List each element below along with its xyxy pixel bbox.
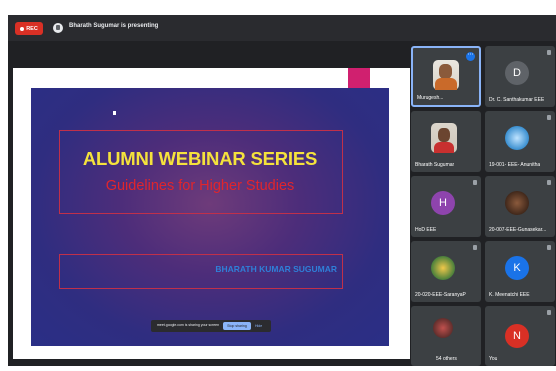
slide-subtitle: Guidelines for Higher Studies xyxy=(105,178,295,194)
mic-off-icon xyxy=(547,245,551,250)
avatar: N xyxy=(505,324,529,348)
avatar-stack xyxy=(433,318,453,338)
avatar: K xyxy=(505,256,529,280)
others-count: 54 others xyxy=(436,356,457,362)
hide-button[interactable]: Hide xyxy=(255,322,262,330)
participant-tile-gunasekar[interactable]: 20-007-EEE-Gunasekar... xyxy=(485,176,555,237)
screen-share-bar: meet.google.com is sharing your screen S… xyxy=(151,320,271,332)
speaker-name: BHARATH KUMAR SUGUMAR xyxy=(215,264,337,274)
mouse-cursor-icon xyxy=(113,111,116,115)
participant-tile-you[interactable]: N You xyxy=(485,306,555,366)
participant-name: 19-001- EEE- Anunitha xyxy=(489,162,541,168)
shirt-shape xyxy=(435,78,457,90)
participant-tile-anunitha[interactable]: 19-001- EEE- Anunitha xyxy=(485,111,555,172)
slide-title: ALUMNI WEBINAR SERIES xyxy=(82,148,318,169)
recording-label: REC xyxy=(26,25,38,32)
participant-video xyxy=(433,60,459,90)
avatar xyxy=(431,256,455,280)
participant-tile-santhakumar[interactable]: D Dr. C. Santhakumar EEE xyxy=(485,46,555,107)
participant-name: HoD EEE xyxy=(415,227,437,233)
participant-tile-murugesh[interactable]: ⋯ Murugesh... xyxy=(411,46,481,107)
presenter-status: Bharath Sugumar is presenting xyxy=(69,23,159,29)
stop-sharing-button[interactable]: Stop sharing xyxy=(223,322,251,330)
participant-tile-meenatchi[interactable]: K K. Meenatchi EEE xyxy=(485,241,555,302)
presenter-icon xyxy=(53,23,63,33)
record-dot-icon xyxy=(20,26,25,31)
more-options-icon[interactable]: ⋯ xyxy=(466,52,475,61)
avatar: D xyxy=(505,61,529,85)
share-notice: meet.google.com is sharing your screen xyxy=(157,323,220,327)
participant-tile-bharath[interactable]: Bharath Sugumar xyxy=(411,111,481,172)
mic-off-icon xyxy=(547,50,551,55)
participant-name: Bharath Sugumar xyxy=(415,162,455,168)
participant-name: 20-007-EEE-Gunasekar... xyxy=(489,227,547,233)
participant-video xyxy=(431,123,457,153)
shirt-shape xyxy=(434,142,454,153)
mic-off-icon xyxy=(547,310,551,315)
mic-off-icon xyxy=(547,180,551,185)
participant-name: Murugesh... xyxy=(417,95,444,101)
mic-off-icon xyxy=(547,115,551,120)
meet-screen: REC Bharath Sugumar is presenting ALUMNI… xyxy=(8,15,556,366)
face-shape xyxy=(439,64,452,79)
participant-name: Dr. C. Santhakumar EEE xyxy=(489,97,545,103)
mic-off-icon xyxy=(473,180,477,185)
participant-name: K. Meenatchi EEE xyxy=(489,292,530,298)
title-frame xyxy=(59,130,343,214)
face-shape xyxy=(438,128,450,142)
participant-tile-others[interactable]: 54 others xyxy=(411,306,481,366)
participant-tile-saranya[interactable]: 20-020-EEE-SaranyaP xyxy=(411,241,481,302)
participant-name: You xyxy=(489,356,498,362)
avatar xyxy=(505,126,529,150)
top-bar: REC Bharath Sugumar is presenting xyxy=(8,15,556,41)
presentation-slide: ALUMNI WEBINAR SERIES Guidelines for Hig… xyxy=(31,88,389,346)
avatar xyxy=(505,191,529,215)
recording-badge: REC xyxy=(15,22,43,35)
avatar: H xyxy=(431,191,455,215)
participant-name: 20-020-EEE-SaranyaP xyxy=(415,292,466,298)
participant-tile-hod[interactable]: H HoD EEE xyxy=(411,176,481,237)
mic-off-icon xyxy=(473,245,477,250)
